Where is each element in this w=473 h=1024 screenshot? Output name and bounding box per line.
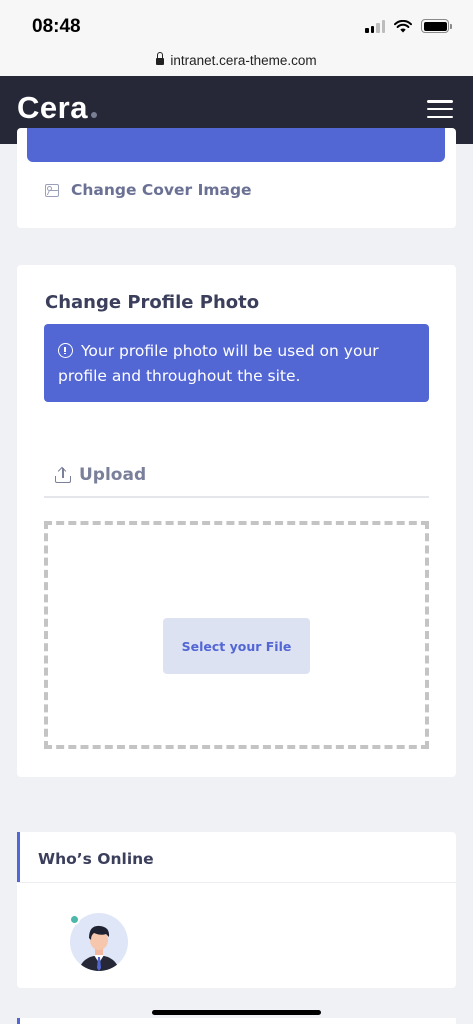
info-notice: Your profile photo will be used on your … — [44, 324, 429, 402]
status-time: 08:48 — [32, 16, 81, 37]
profile-photo-card: Change Profile Photo Your profile photo … — [17, 265, 456, 777]
cellular-signal-icon — [365, 19, 385, 33]
hamburger-menu-icon[interactable] — [427, 100, 453, 118]
tab-upload-label: Upload — [79, 465, 147, 485]
home-indicator — [152, 1010, 321, 1015]
online-status-dot — [69, 914, 80, 925]
info-message: Your profile photo will be used on your … — [58, 342, 379, 385]
status-icons — [365, 19, 452, 33]
change-cover-image-link[interactable]: Change Cover Image — [45, 181, 252, 199]
logo-text: Cera — [17, 90, 88, 125]
tab-underline — [44, 496, 429, 498]
logo[interactable]: Cera — [17, 90, 97, 126]
lock-icon — [156, 52, 165, 66]
info-circle-icon — [58, 343, 73, 358]
profile-photo-title: Change Profile Photo — [45, 292, 260, 313]
upload-icon — [55, 466, 71, 483]
cover-image-card: Change Cover Image — [17, 128, 456, 228]
battery-icon — [421, 19, 452, 33]
next-card-edge — [17, 1018, 456, 1024]
change-cover-image-label: Change Cover Image — [71, 181, 252, 199]
select-file-button[interactable]: Select your File — [163, 618, 310, 674]
cover-notice-strip — [27, 128, 445, 162]
wifi-icon — [394, 19, 412, 32]
url-text: intranet.cera-theme.com — [170, 52, 317, 68]
divider — [17, 882, 456, 883]
logo-dot — [90, 112, 97, 118]
image-icon — [45, 183, 59, 197]
address-bar[interactable]: intranet.cera-theme.com — [0, 44, 473, 76]
tab-upload[interactable]: Upload — [55, 465, 146, 485]
status-bar: 08:48 — [0, 0, 473, 44]
whos-online-title: Who’s Online — [38, 850, 154, 868]
card-accent-bar — [17, 832, 20, 883]
whos-online-card: Who’s Online — [17, 832, 456, 988]
